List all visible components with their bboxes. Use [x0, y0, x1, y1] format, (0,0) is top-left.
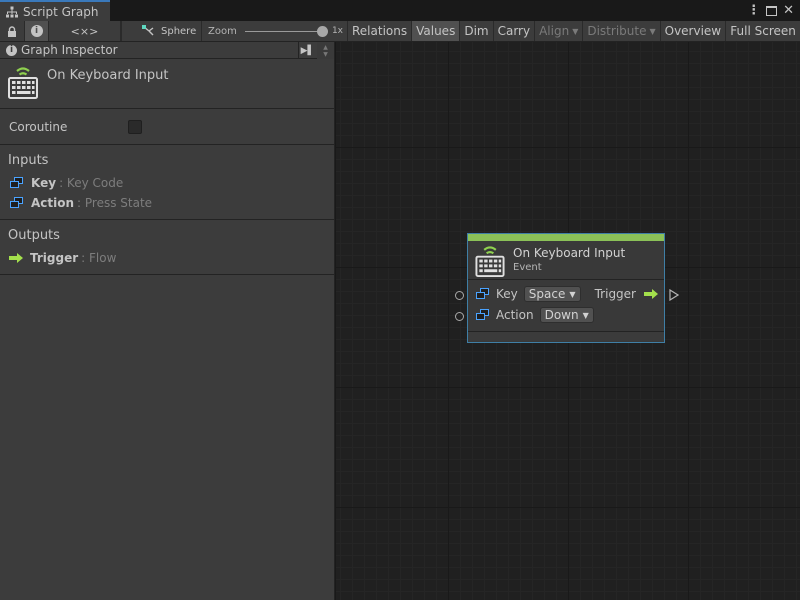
graph-toolbar: i <×> Sphere Zoom 1x Relations Values Di…	[0, 21, 800, 42]
inspector-node-title: On Keyboard Input	[0, 59, 334, 109]
values-label: Values	[416, 24, 456, 38]
keyboard-icon	[475, 246, 505, 277]
node-title: On Keyboard Input	[47, 68, 169, 83]
port-name: Trigger	[30, 251, 79, 265]
flow-arrow-icon	[9, 253, 23, 263]
node-subtitle: Event	[513, 262, 542, 273]
scroll-up-icon[interactable]: ▲	[323, 44, 328, 51]
graph-nodes-icon	[142, 25, 154, 36]
zoom-control: Zoom 1x	[202, 21, 348, 41]
close-icon[interactable]: ✕	[783, 3, 794, 18]
coroutine-label: Coroutine	[9, 119, 68, 134]
port-name: Action	[31, 196, 75, 210]
chevron-down-icon: ▼	[649, 26, 656, 36]
inputs-heading: Inputs	[8, 153, 49, 168]
lock-button[interactable]	[0, 21, 25, 41]
dock-panel-icon[interactable]: ▶▌	[298, 42, 316, 59]
node-accent-bar	[468, 234, 664, 241]
node-footer	[468, 332, 664, 341]
chevron-down-icon: ▼	[572, 26, 579, 36]
values-button[interactable]: Values	[412, 21, 461, 41]
node-body: Key Space ▼ Action Down ▼ Trigger	[468, 280, 664, 332]
node-header: On Keyboard Input Event	[468, 241, 664, 280]
input-port-action: Action : Press State	[8, 193, 334, 213]
zoom-slider-thumb[interactable]	[316, 25, 328, 37]
scroll-down-icon[interactable]: ▼	[323, 51, 328, 58]
info-icon: i	[30, 25, 43, 37]
sphere-label: Sphere	[161, 25, 197, 37]
key-label: Key	[496, 287, 518, 301]
maximize-icon[interactable]	[766, 5, 778, 16]
key-dropdown[interactable]: Space ▼	[523, 286, 581, 302]
value-port-icon	[476, 288, 490, 300]
trigger-label: Trigger	[594, 287, 636, 301]
overview-button[interactable]: Overview	[660, 21, 727, 41]
chevron-down-icon: ▼	[569, 289, 576, 299]
output-port-trigger: Trigger : Flow	[8, 248, 334, 268]
node-title: On Keyboard Input	[513, 246, 626, 260]
key-row: Key Space ▼	[476, 285, 581, 303]
zoom-value: 1x	[331, 26, 343, 36]
chevron-down-icon: ▼	[582, 310, 589, 320]
overview-label: Overview	[664, 24, 722, 38]
tab-label: Script Graph	[23, 4, 99, 19]
action-input-port[interactable]	[455, 312, 464, 321]
value-port-icon	[10, 177, 24, 189]
zoom-slider[interactable]	[244, 25, 328, 37]
full-screen-label: Full Screen	[730, 24, 796, 38]
inputs-section: Inputs Key : Key Code Action : Press Sta…	[0, 145, 334, 220]
align-dropdown[interactable]: Align ▼	[535, 21, 584, 41]
more-options-icon[interactable]: ⋮	[747, 3, 760, 18]
port-type: : Press State	[77, 196, 153, 210]
inspector-title: Graph Inspector	[21, 43, 118, 57]
dim-button[interactable]: Dim	[460, 21, 494, 41]
code-view-button[interactable]: <×>	[49, 21, 121, 41]
input-port-key: Key : Key Code	[8, 173, 334, 193]
info-icon: i	[6, 44, 17, 56]
sphere-button[interactable]: Sphere	[122, 21, 202, 41]
outputs-heading: Outputs	[8, 228, 60, 243]
action-row: Action Down ▼	[476, 306, 594, 324]
carry-button[interactable]: Carry	[493, 21, 536, 41]
trigger-output-port[interactable]	[669, 289, 679, 301]
distribute-label: Distribute	[587, 24, 647, 38]
inspector-header: i Graph Inspector ▶▌ ▲ ▼	[0, 42, 334, 59]
zoom-label: Zoom	[208, 25, 237, 37]
graph-inspector-panel: i Graph Inspector ▶▌ ▲ ▼ On Keyboard Inpu…	[0, 42, 335, 600]
flow-arrow-icon	[644, 289, 658, 299]
port-type: : Flow	[81, 251, 117, 265]
value-port-icon	[476, 309, 490, 321]
on-keyboard-input-node[interactable]: On Keyboard Input Event Key Space ▼ Acti…	[467, 233, 665, 343]
key-input-port[interactable]	[455, 291, 464, 300]
trigger-output: Trigger	[595, 287, 658, 301]
lock-icon	[8, 25, 16, 37]
keyboard-icon	[8, 67, 38, 99]
action-label: Action	[496, 308, 534, 322]
relations-button[interactable]: Relations	[348, 21, 413, 41]
value-port-icon	[10, 197, 24, 209]
port-name: Key	[31, 176, 57, 190]
info-toggle-button[interactable]: i	[25, 21, 49, 41]
scroll-arrows[interactable]: ▲ ▼	[317, 42, 334, 59]
outputs-section: Outputs Trigger : Flow	[0, 220, 334, 275]
distribute-dropdown[interactable]: Distribute ▼	[583, 21, 661, 41]
tab-script-graph[interactable]: Script Graph	[0, 0, 110, 21]
dim-label: Dim	[464, 24, 489, 38]
action-value: Down	[544, 308, 579, 322]
hierarchy-icon	[6, 6, 18, 17]
window-tab-bar: Script Graph ⋮ ✕	[0, 0, 800, 21]
key-value: Space	[528, 287, 566, 301]
coroutine-row: Coroutine	[0, 109, 334, 145]
align-label: Align	[539, 24, 570, 38]
coroutine-checkbox[interactable]	[128, 120, 142, 134]
carry-label: Carry	[497, 24, 531, 38]
relations-label: Relations	[352, 24, 408, 38]
action-dropdown[interactable]: Down ▼	[539, 307, 594, 323]
port-type: : Key Code	[59, 176, 124, 190]
full-screen-button[interactable]: Full Screen	[726, 21, 800, 41]
